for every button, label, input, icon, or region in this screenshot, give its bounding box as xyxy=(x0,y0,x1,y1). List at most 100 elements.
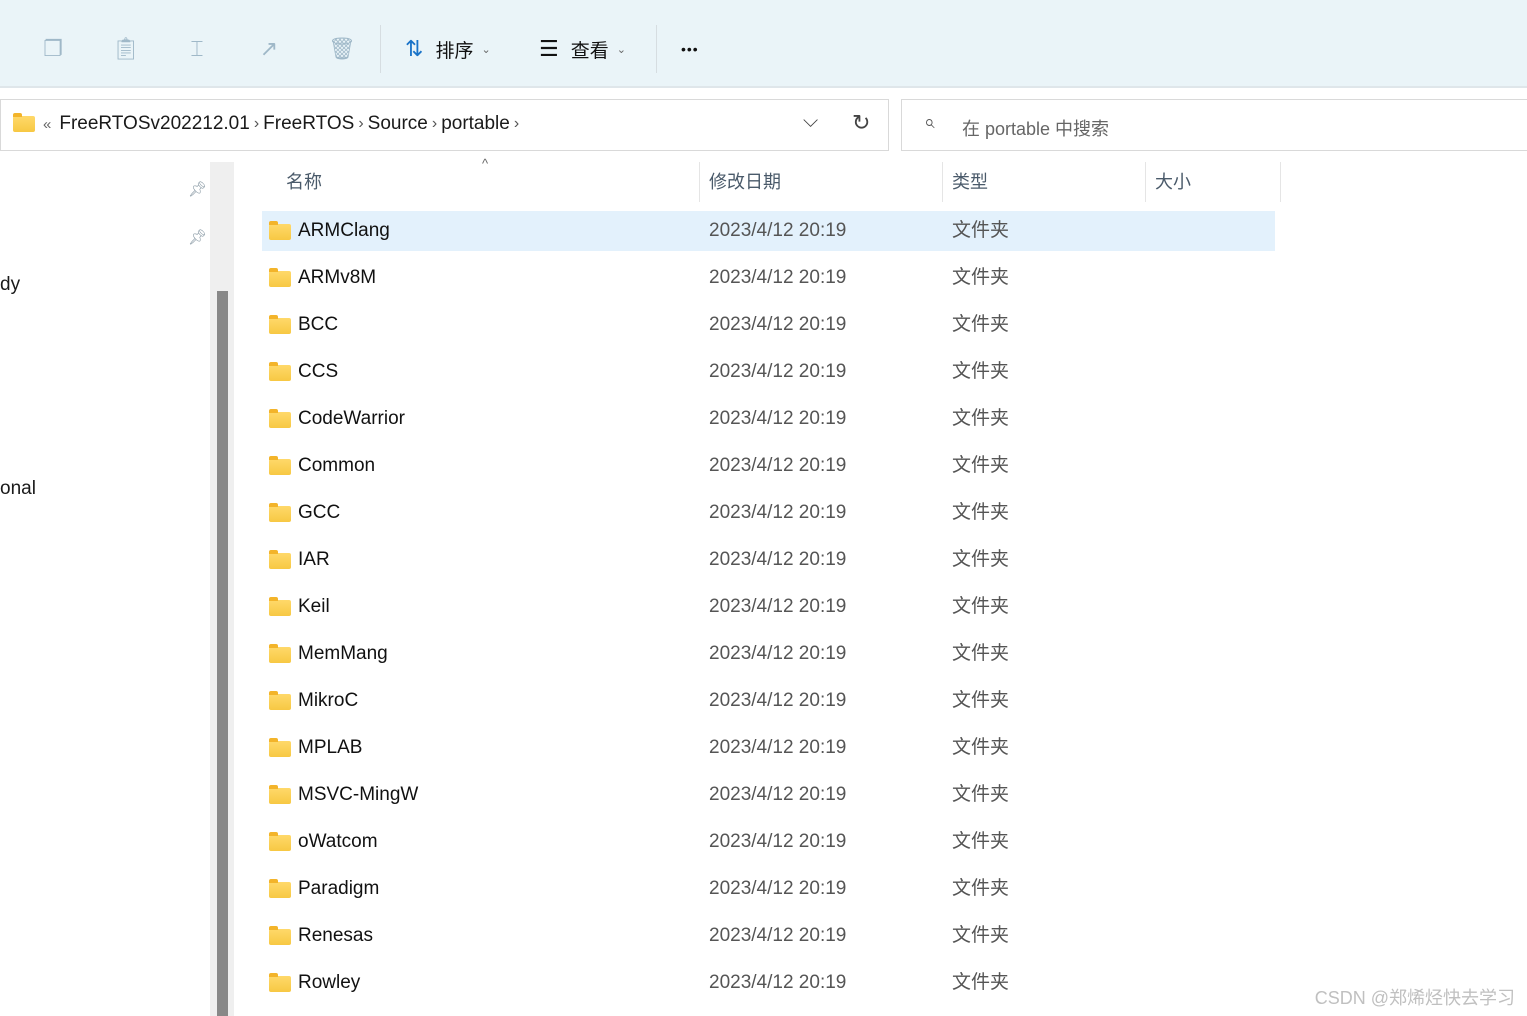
chevron-right-icon[interactable]: › xyxy=(358,115,363,133)
file-date: 2023/4/12 20:19 xyxy=(709,361,847,382)
watermark: CSDN @郑烯烃快去学习 xyxy=(1314,988,1515,1008)
file-type: 文件夹 xyxy=(952,220,1010,241)
chevron-down-icon: ⌄ xyxy=(616,43,626,56)
file-name: BCC xyxy=(298,314,339,335)
column-divider[interactable] xyxy=(1280,162,1281,202)
folder-icon xyxy=(269,456,291,475)
file-name: MPLAB xyxy=(298,737,363,758)
file-name: Keil xyxy=(298,596,330,617)
pin-icon[interactable]: 📌︎ xyxy=(188,180,207,198)
file-date: 2023/4/12 20:19 xyxy=(709,596,847,617)
breadcrumb-item[interactable]: portable xyxy=(441,113,510,135)
file-row[interactable]: MSVC-MingW 2023/4/12 20:19 文件夹 xyxy=(262,775,1275,815)
folder-icon xyxy=(269,973,291,992)
chevron-right-icon[interactable]: › xyxy=(254,115,259,133)
sort-ascending-icon: ^ xyxy=(482,156,489,171)
file-name: MikroC xyxy=(298,690,359,711)
file-row[interactable]: ARMClang 2023/4/12 20:19 文件夹 xyxy=(262,211,1275,251)
column-divider[interactable] xyxy=(942,162,943,202)
file-row[interactable]: Renesas 2023/4/12 20:19 文件夹 xyxy=(262,916,1275,956)
file-name: Common xyxy=(298,455,376,476)
chevron-down-icon: ⌄ xyxy=(481,43,491,56)
breadcrumb-item[interactable]: FreeRTOS xyxy=(263,113,354,135)
folder-icon xyxy=(269,644,291,663)
refresh-icon[interactable]: ↻ xyxy=(852,110,870,136)
folder-icon xyxy=(269,691,291,710)
file-type: 文件夹 xyxy=(952,361,1010,382)
file-row[interactable]: CCS 2023/4/12 20:19 文件夹 xyxy=(262,352,1275,392)
file-date: 2023/4/12 20:19 xyxy=(709,737,847,758)
file-type: 文件夹 xyxy=(952,455,1010,476)
more-button[interactable]: ••• xyxy=(681,34,699,64)
file-date: 2023/4/12 20:19 xyxy=(709,408,847,429)
address-bar[interactable]: « FreeRTOSv202212.01 › FreeRTOS › Source… xyxy=(0,99,889,151)
file-row[interactable]: Paradigm 2023/4/12 20:19 文件夹 xyxy=(262,869,1275,909)
nav-item[interactable]: dy xyxy=(0,274,20,296)
column-header-date[interactable]: 修改日期 xyxy=(709,160,781,204)
nav-item[interactable]: onal xyxy=(0,478,36,500)
file-row[interactable]: oWatcom 2023/4/12 20:19 文件夹 xyxy=(262,822,1275,862)
divider xyxy=(380,25,381,73)
file-row[interactable]: GCC 2023/4/12 20:19 文件夹 xyxy=(262,493,1275,533)
file-row[interactable]: Keil 2023/4/12 20:19 文件夹 xyxy=(262,587,1275,627)
file-name: Paradigm xyxy=(298,878,380,899)
paste-icon[interactable]: 📋︎ xyxy=(112,34,140,64)
copy-icon[interactable]: ❐ xyxy=(40,34,66,64)
file-row[interactable]: Common 2023/4/12 20:19 文件夹 xyxy=(262,446,1275,486)
file-name: MemMang xyxy=(298,643,388,664)
breadcrumb-item[interactable]: FreeRTOSv202212.01 xyxy=(59,113,249,135)
file-name: IAR xyxy=(298,549,330,570)
search-placeholder[interactable]: 在 portable 中搜索 xyxy=(962,115,1109,141)
file-type: 文件夹 xyxy=(952,502,1010,523)
folder-icon xyxy=(269,221,291,240)
file-date: 2023/4/12 20:19 xyxy=(709,314,847,335)
file-date: 2023/4/12 20:19 xyxy=(709,784,847,805)
pin-icon[interactable]: 📌︎ xyxy=(188,228,207,246)
file-type: 文件夹 xyxy=(952,878,1010,899)
file-date: 2023/4/12 20:19 xyxy=(709,267,847,288)
file-row[interactable]: CodeWarrior 2023/4/12 20:19 文件夹 xyxy=(262,399,1275,439)
folder-icon xyxy=(269,785,291,804)
file-row[interactable]: ARMv8M 2023/4/12 20:19 文件夹 xyxy=(262,258,1275,298)
file-row[interactable]: BCC 2023/4/12 20:19 文件夹 xyxy=(262,305,1275,345)
command-bar: ❐ 📋︎ ⌶ ↗ 🗑︎ ⇅ 排序 ⌄ ☰ 查看 ⌄ ••• xyxy=(0,0,1527,88)
divider xyxy=(656,25,657,73)
folder-icon xyxy=(269,503,291,522)
column-divider[interactable] xyxy=(1145,162,1146,202)
file-row[interactable]: MemMang 2023/4/12 20:19 文件夹 xyxy=(262,634,1275,674)
file-date: 2023/4/12 20:19 xyxy=(709,643,847,664)
file-row[interactable]: MPLAB 2023/4/12 20:19 文件夹 xyxy=(262,728,1275,768)
history-dropdown-icon[interactable]: ⌵ xyxy=(803,110,818,133)
scrollbar-thumb[interactable] xyxy=(217,291,228,1016)
overflow-crumbs[interactable]: « xyxy=(43,116,51,133)
sort-icon: ⇅ xyxy=(405,36,424,61)
file-type: 文件夹 xyxy=(952,408,1010,429)
file-type: 文件夹 xyxy=(952,784,1010,805)
share-icon[interactable]: ↗ xyxy=(256,34,282,64)
file-name: GCC xyxy=(298,502,341,523)
sort-button[interactable]: ⇅ 排序 ⌄ xyxy=(405,34,491,64)
rename-icon[interactable]: ⌶ xyxy=(184,34,210,64)
delete-icon[interactable]: 🗑︎ xyxy=(328,34,356,64)
chevron-right-icon[interactable]: › xyxy=(514,115,519,133)
folder-icon xyxy=(269,268,291,287)
column-header-type[interactable]: 类型 xyxy=(952,160,988,204)
column-header-name[interactable]: 名称 xyxy=(286,160,322,204)
file-name: ARMv8M xyxy=(298,267,377,288)
file-row[interactable]: IAR 2023/4/12 20:19 文件夹 xyxy=(262,540,1275,580)
file-type: 文件夹 xyxy=(952,690,1010,711)
file-type: 文件夹 xyxy=(952,314,1010,335)
file-row[interactable]: MikroC 2023/4/12 20:19 文件夹 xyxy=(262,681,1275,721)
view-label: 查看 xyxy=(570,40,609,62)
search-box[interactable]: ⌕ 在 portable 中搜索 xyxy=(901,99,1527,151)
file-type: 文件夹 xyxy=(952,972,1010,993)
view-button[interactable]: ☰ 查看 ⌄ xyxy=(539,34,626,64)
file-row[interactable]: Rowley 2023/4/12 20:19 文件夹 xyxy=(262,963,1275,1003)
chevron-right-icon[interactable]: › xyxy=(432,115,437,133)
file-name: Rowley xyxy=(298,972,361,993)
column-header-size[interactable]: 大小 xyxy=(1155,160,1191,204)
sort-label: 排序 xyxy=(435,40,474,62)
list-view-icon: ☰ xyxy=(539,36,559,61)
column-divider[interactable] xyxy=(699,162,700,202)
breadcrumb-item[interactable]: Source xyxy=(368,113,428,135)
